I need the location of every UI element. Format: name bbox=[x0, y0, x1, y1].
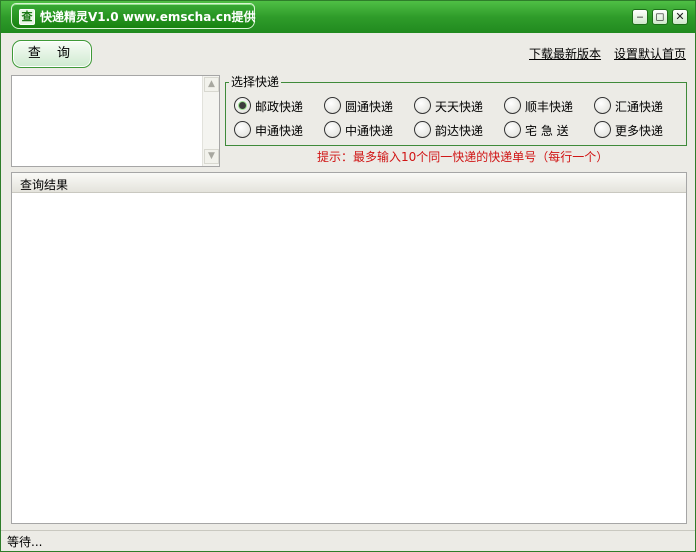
title-bar[interactable]: 查 快递精灵V1.0 www.emscha.cn提供 ‒ ◻ ✕ bbox=[1, 1, 695, 33]
radio-unchecked-icon[interactable] bbox=[324, 121, 341, 138]
results-header-label: 查询结果 bbox=[20, 178, 69, 192]
minimize-button[interactable]: ‒ bbox=[632, 9, 648, 25]
close-button[interactable]: ✕ bbox=[672, 9, 688, 25]
maximize-icon: ◻ bbox=[655, 10, 665, 23]
scroll-up-icon[interactable]: ▲ bbox=[204, 77, 219, 92]
query-button[interactable]: 查 询 bbox=[12, 40, 92, 68]
carrier-radio-label: 宅 急 送 bbox=[525, 124, 569, 138]
tracking-number-input[interactable]: ▲ ▼ bbox=[11, 75, 220, 167]
scroll-down-icon[interactable]: ▼ bbox=[204, 149, 219, 164]
carrier-radio-label: 圆通快递 bbox=[345, 100, 394, 114]
carrier-radio-label: 顺丰快递 bbox=[525, 100, 574, 114]
carrier-radio-label: 更多快递 bbox=[615, 124, 664, 138]
radio-unchecked-icon[interactable] bbox=[594, 97, 611, 114]
app-window: 查 快递精灵V1.0 www.emscha.cn提供 ‒ ◻ ✕ 查 询 下载最… bbox=[0, 0, 696, 552]
carrier-radio-label: 天天快递 bbox=[435, 100, 484, 114]
carrier-radio-label: 汇通快递 bbox=[615, 100, 664, 114]
download-latest-link[interactable]: 下载最新版本 bbox=[529, 45, 601, 62]
radio-unchecked-icon[interactable] bbox=[414, 121, 431, 138]
radio-unchecked-icon[interactable] bbox=[414, 97, 431, 114]
radio-unchecked-icon[interactable] bbox=[594, 121, 611, 138]
minimize-icon: ‒ bbox=[636, 10, 644, 23]
carrier-radio-label: 韵达快递 bbox=[435, 124, 484, 138]
window-title: 快递精灵V1.0 www.emscha.cn提供 bbox=[40, 10, 256, 24]
radio-unchecked-icon[interactable] bbox=[324, 97, 341, 114]
radio-unchecked-icon[interactable] bbox=[504, 121, 521, 138]
status-bar: 等待... bbox=[1, 530, 695, 551]
app-icon: 查 bbox=[19, 9, 35, 25]
radio-unchecked-icon[interactable] bbox=[504, 97, 521, 114]
radio-checked-icon[interactable] bbox=[234, 97, 251, 114]
carrier-group-legend: 选择快递 bbox=[229, 73, 282, 90]
hint-text: 提示：最多输入10个同一快递的快递单号（每行一个） bbox=[317, 150, 609, 164]
carrier-radio-label: 中通快递 bbox=[345, 124, 394, 138]
results-header: 查询结果 bbox=[12, 173, 686, 193]
carrier-radio-label: 邮政快递 bbox=[255, 100, 304, 114]
status-text: 等待... bbox=[7, 535, 43, 549]
carrier-radio-label: 申通快递 bbox=[255, 124, 304, 138]
set-homepage-link[interactable]: 设置默认首页 bbox=[614, 45, 686, 62]
input-scrollbar[interactable]: ▲ ▼ bbox=[202, 76, 219, 166]
results-panel: 查询结果 bbox=[11, 172, 687, 524]
maximize-button[interactable]: ◻ bbox=[652, 9, 668, 25]
close-icon: ✕ bbox=[675, 10, 685, 23]
title-tab: 查 快递精灵V1.0 www.emscha.cn提供 bbox=[11, 3, 256, 29]
radio-unchecked-icon[interactable] bbox=[234, 121, 251, 138]
